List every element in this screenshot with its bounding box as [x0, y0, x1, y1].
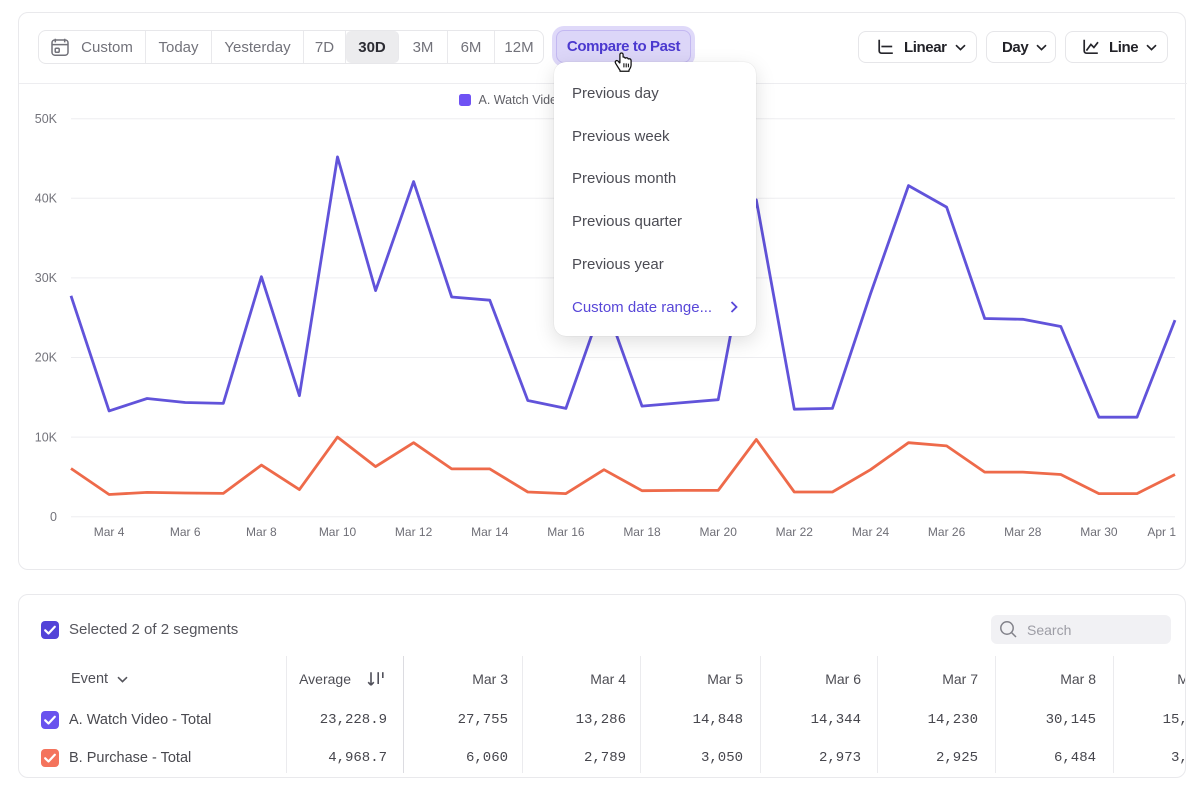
svg-text:Mar 14: Mar 14 — [471, 525, 509, 539]
svg-text:Mar 24: Mar 24 — [852, 525, 890, 539]
svg-text:Mar 22: Mar 22 — [776, 525, 814, 539]
svg-text:50K: 50K — [35, 112, 58, 126]
svg-text:Mar 18: Mar 18 — [623, 525, 661, 539]
svg-text:20K: 20K — [35, 351, 58, 365]
svg-text:0: 0 — [50, 510, 57, 524]
svg-text:Mar 12: Mar 12 — [395, 525, 433, 539]
svg-text:Mar 16: Mar 16 — [547, 525, 585, 539]
svg-text:Mar 26: Mar 26 — [928, 525, 966, 539]
svg-text:30K: 30K — [35, 271, 58, 285]
svg-text:40K: 40K — [35, 192, 58, 206]
svg-text:Mar 20: Mar 20 — [700, 525, 738, 539]
svg-text:Apr 1: Apr 1 — [1147, 525, 1176, 539]
svg-text:Mar 10: Mar 10 — [319, 525, 357, 539]
svg-text:Mar 28: Mar 28 — [1004, 525, 1042, 539]
svg-text:Mar 4: Mar 4 — [94, 525, 125, 539]
svg-text:Mar 6: Mar 6 — [170, 525, 201, 539]
svg-text:Mar 30: Mar 30 — [1080, 525, 1118, 539]
svg-text:10K: 10K — [35, 430, 58, 444]
svg-text:Mar 8: Mar 8 — [246, 525, 277, 539]
